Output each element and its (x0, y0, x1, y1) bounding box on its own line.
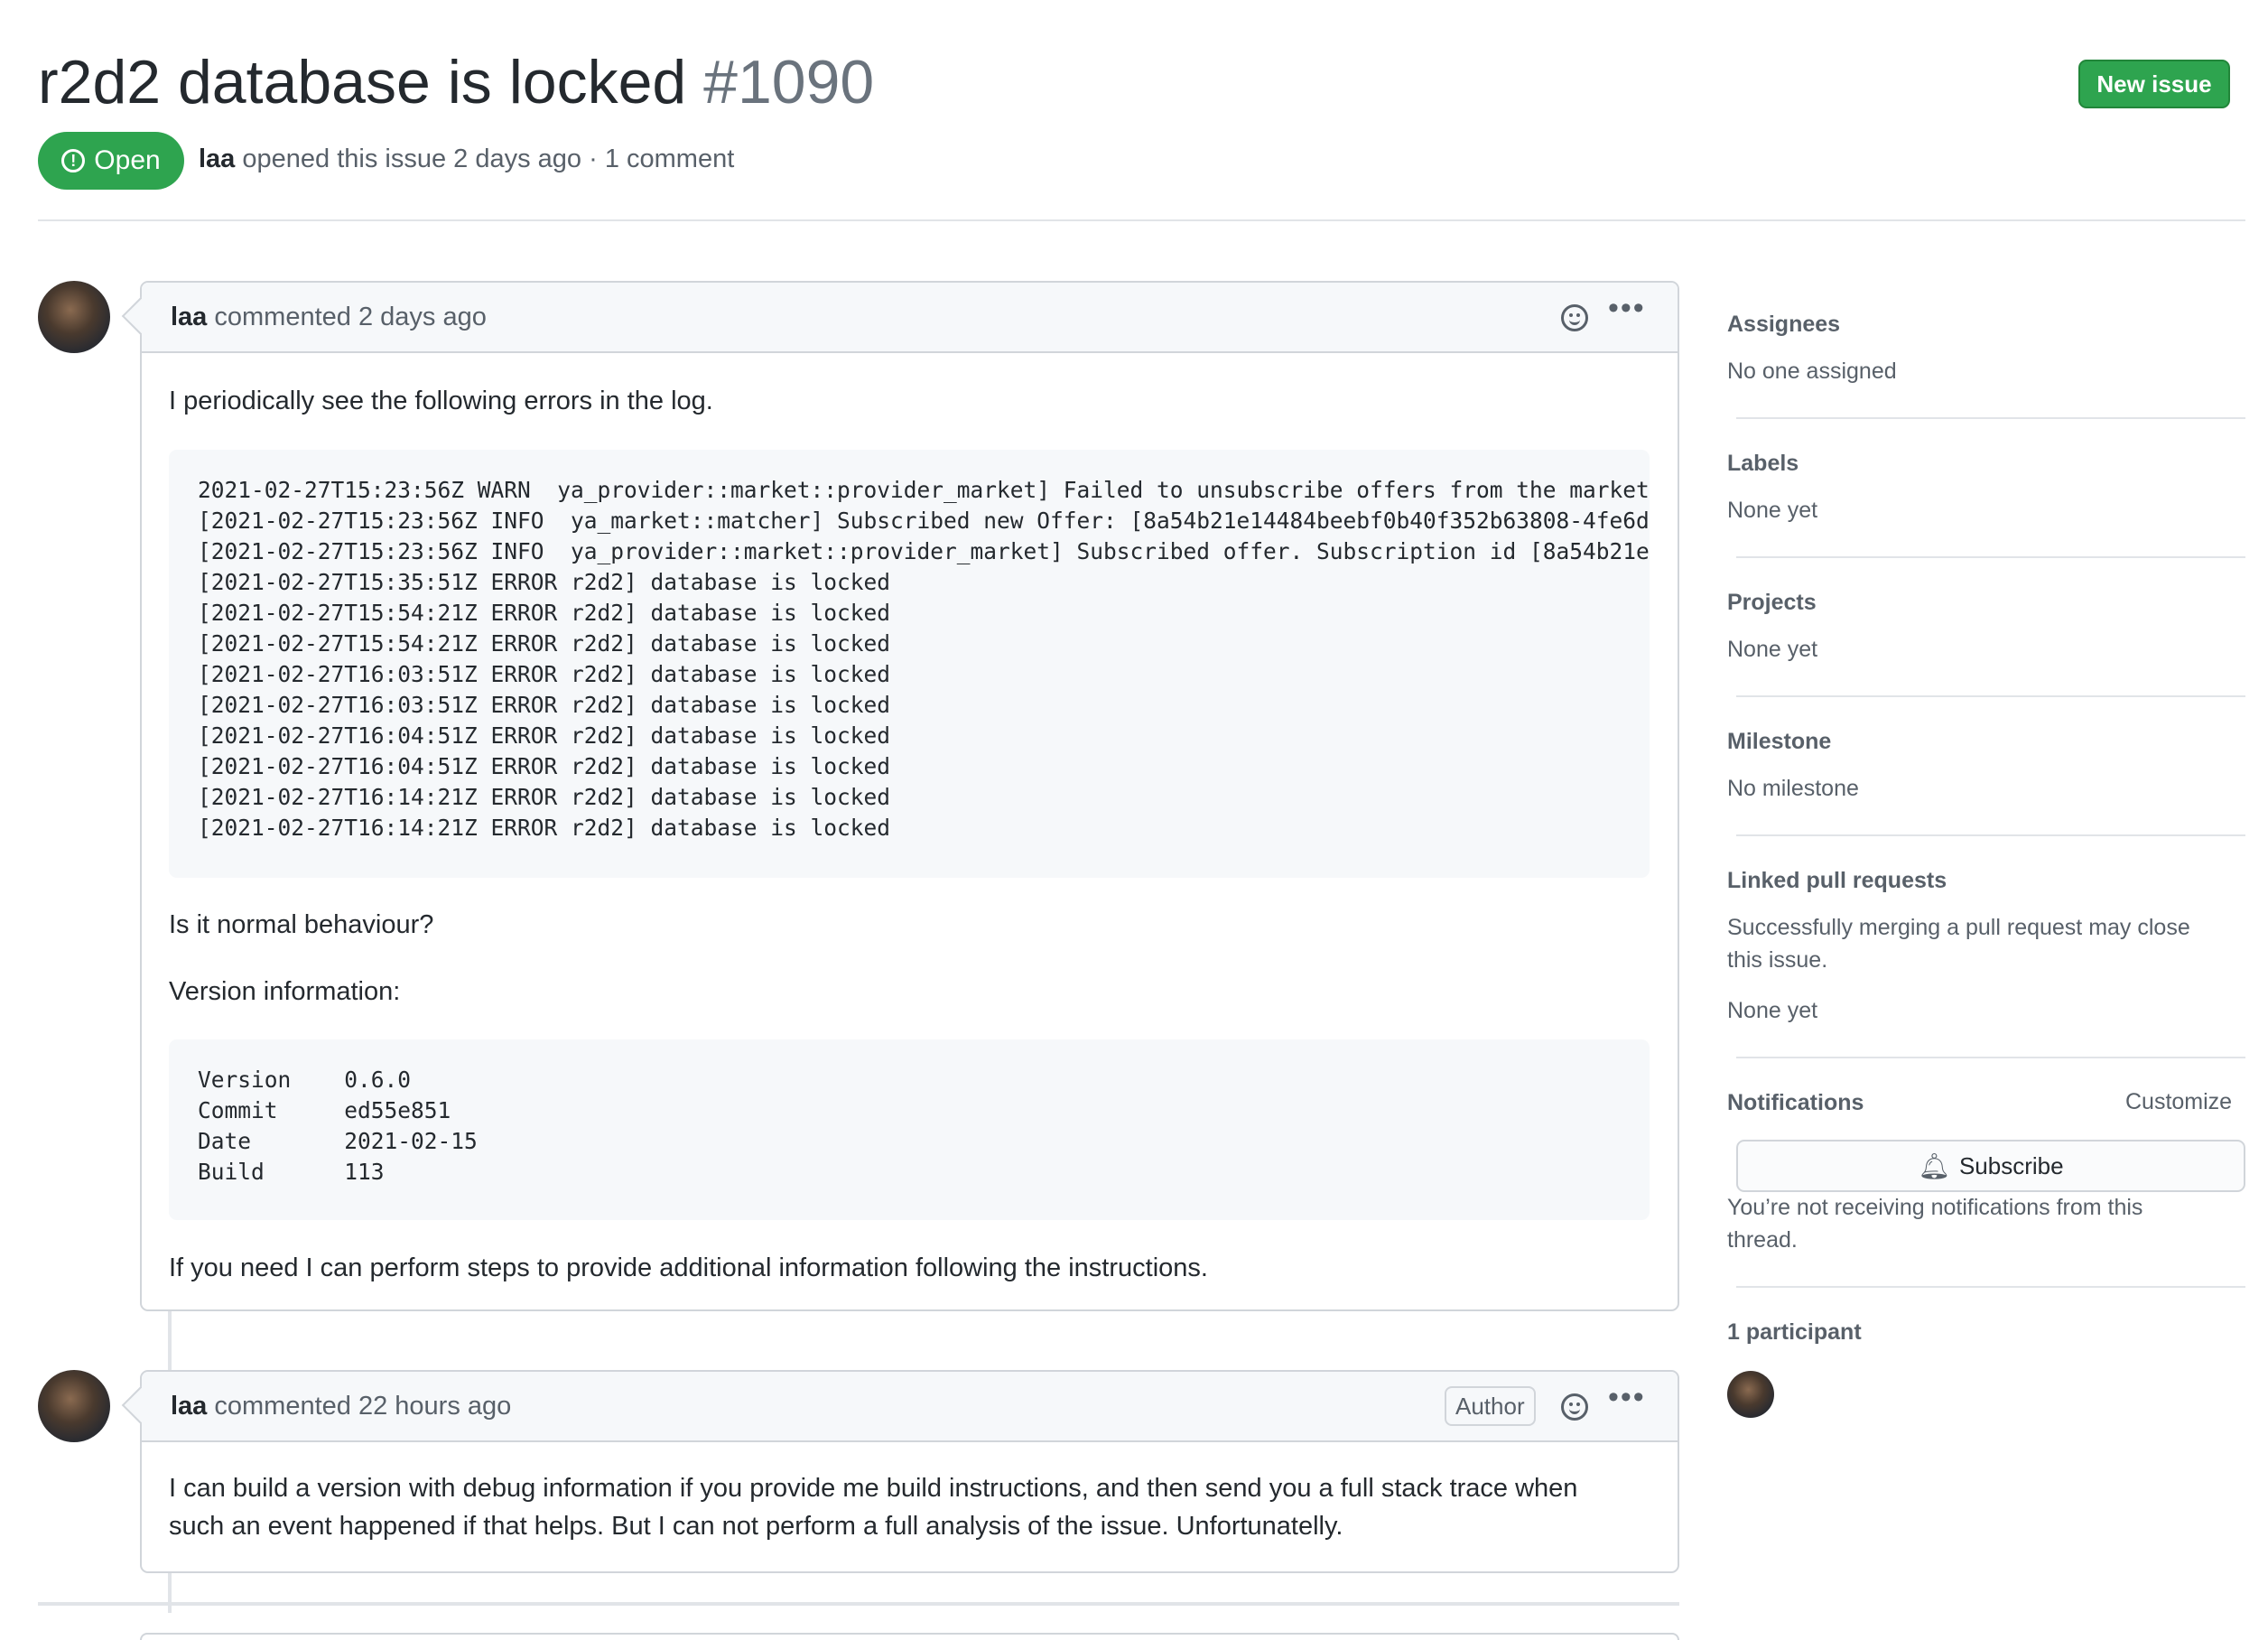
sidebar-linked-prs-value: None yet (1727, 998, 1818, 1023)
log-line: [2021-02-27T15:54:21Z ERROR r2d2] databa… (198, 630, 891, 657)
notifications-hint: thread. (1727, 1227, 1798, 1253)
sidebar-divider (1736, 1057, 2245, 1058)
bell-icon: 🔔︎ (1918, 1151, 1950, 1180)
sidebar-divider (1736, 556, 2245, 558)
log-line: [2021-02-27T15:23:56Z INFO ya_market::ma… (198, 508, 1650, 534)
sidebar-labels-heading[interactable]: Labels (1727, 451, 1799, 477)
log-line: [2021-02-27T16:14:21Z ERROR r2d2] databa… (198, 784, 891, 810)
issue-state-badge: ! Open (38, 132, 184, 190)
notifications-hint: You’re not receiving notifications from … (1727, 1195, 2143, 1220)
issue-author-link[interactable]: laa (199, 144, 235, 173)
participant-avatar[interactable] (1727, 1371, 1774, 1418)
comment-composer-edge (140, 1633, 1679, 1640)
comment-timestamp[interactable]: commented 2 days ago (214, 303, 486, 331)
smiley-icon[interactable] (1561, 1393, 1588, 1421)
sidebar-projects-value: None yet (1727, 637, 1818, 662)
log-line: [2021-02-27T16:04:51Z ERROR r2d2] databa… (198, 753, 891, 779)
version-code-block: Version 0.6.0 Commit ed55e851 Date 2021-02… (169, 1039, 1650, 1220)
sidebar-assignees-value: No one assigned (1727, 359, 1897, 384)
avatar[interactable] (38, 281, 110, 353)
issue-opened-icon: ! (61, 149, 86, 172)
comment-paragraph: I periodically see the following errors … (169, 387, 713, 415)
sidebar-divider (1736, 417, 2245, 419)
comment-line: I can build a version with debug informa… (169, 1474, 1578, 1503)
comment-author-link[interactable]: laa (171, 1392, 207, 1421)
kebab-horizontal-icon[interactable]: ••• (1608, 293, 1646, 323)
kebab-horizontal-icon[interactable]: ••• (1608, 1382, 1646, 1412)
sidebar-linked-prs-hint: Successfully merging a pull request may … (1727, 915, 2190, 940)
log-line: 2021-02-27T15:23:56Z WARN ya_provider::m… (198, 477, 1650, 503)
sidebar-linked-prs-heading[interactable]: Linked pull requests (1727, 868, 1947, 894)
new-issue-button[interactable]: New issue (2078, 60, 2230, 108)
comment-byline: laa commented 22 hours ago (171, 1392, 511, 1421)
sidebar-milestone-value: No milestone (1727, 776, 1859, 801)
comment-paragraph: Version information: (169, 977, 401, 1006)
timeline-connector (168, 1309, 172, 1376)
comment-paragraph: Is it normal behaviour? (169, 910, 434, 939)
version-line: Date 2021-02-15 (198, 1128, 478, 1154)
timeline-connector (168, 1571, 172, 1613)
comment-header: laa commented 2 days ago ••• (142, 283, 1678, 353)
header-divider (38, 219, 2245, 221)
version-line: Build 113 (198, 1159, 385, 1185)
version-line: Commit ed55e851 (198, 1097, 451, 1123)
sidebar-milestone-heading[interactable]: Milestone (1727, 729, 1831, 755)
issue-title-text: r2d2 database is locked (38, 48, 687, 116)
comment-paragraph: If you need I can perform steps to provi… (169, 1253, 1208, 1282)
comment-byline: laa commented 2 days ago (171, 303, 487, 332)
sidebar-notifications-heading: Notifications (1727, 1090, 1864, 1115)
smiley-icon[interactable] (1561, 304, 1588, 331)
subscribe-button-label: Subscribe (1958, 1151, 2064, 1179)
sidebar-linked-prs-hint: this issue. (1727, 947, 1828, 973)
issue-state-label: Open (94, 145, 161, 175)
log-line: [2021-02-27T16:04:51Z ERROR r2d2] databa… (198, 722, 891, 749)
comment-card: laa commented 22 hours ago Author ••• I … (121, 1370, 1679, 1573)
customize-notifications-link[interactable]: Customize (2125, 1086, 2232, 1118)
log-code-block: 2021-02-27T15:23:56Z WARN ya_provider::m… (169, 450, 1650, 878)
timeline-divider (38, 1602, 1679, 1606)
log-line: [2021-02-27T15:35:51Z ERROR r2d2] databa… (198, 569, 891, 595)
log-line: [2021-02-27T15:23:56Z INFO ya_provider::… (198, 538, 1650, 564)
sidebar-labels-value: None yet (1727, 498, 1818, 523)
avatar[interactable] (38, 1370, 110, 1442)
author-badge: Author (1445, 1386, 1536, 1426)
version-line: Version 0.6.0 (198, 1067, 412, 1093)
comment-line: such an event happened if that helps. Bu… (169, 1512, 1343, 1541)
issue-meta: laa opened this issue 2 days ago · 1 com… (199, 144, 734, 174)
subscribe-button[interactable]: 🔔︎ Subscribe (1736, 1140, 2245, 1192)
comment-header: laa commented 22 hours ago Author ••• (142, 1372, 1678, 1442)
log-line: [2021-02-27T16:14:21Z ERROR r2d2] databa… (198, 815, 891, 841)
sidebar-divider (1736, 834, 2245, 836)
issue-title: r2d2 database is locked #1090 (38, 43, 874, 121)
sidebar-participants-heading: 1 participant (1727, 1319, 1862, 1345)
log-line: [2021-02-27T15:54:21Z ERROR r2d2] databa… (198, 600, 891, 626)
log-line: [2021-02-27T16:03:51Z ERROR r2d2] databa… (198, 692, 891, 718)
issue-number: #1090 (703, 48, 875, 116)
issue-meta-text: opened this issue 2 days ago · 1 comment (242, 144, 735, 173)
sidebar-divider (1736, 1286, 2245, 1288)
sidebar-assignees-heading[interactable]: Assignees (1727, 312, 1840, 338)
comment-author-link[interactable]: laa (171, 303, 207, 331)
sidebar-projects-heading[interactable]: Projects (1727, 590, 1817, 616)
comment-card: laa commented 2 days ago ••• I periodica… (121, 281, 1679, 1311)
log-line: [2021-02-27T16:03:51Z ERROR r2d2] databa… (198, 661, 891, 687)
sidebar-divider (1736, 695, 2245, 697)
comment-timestamp[interactable]: commented 22 hours ago (214, 1392, 511, 1421)
